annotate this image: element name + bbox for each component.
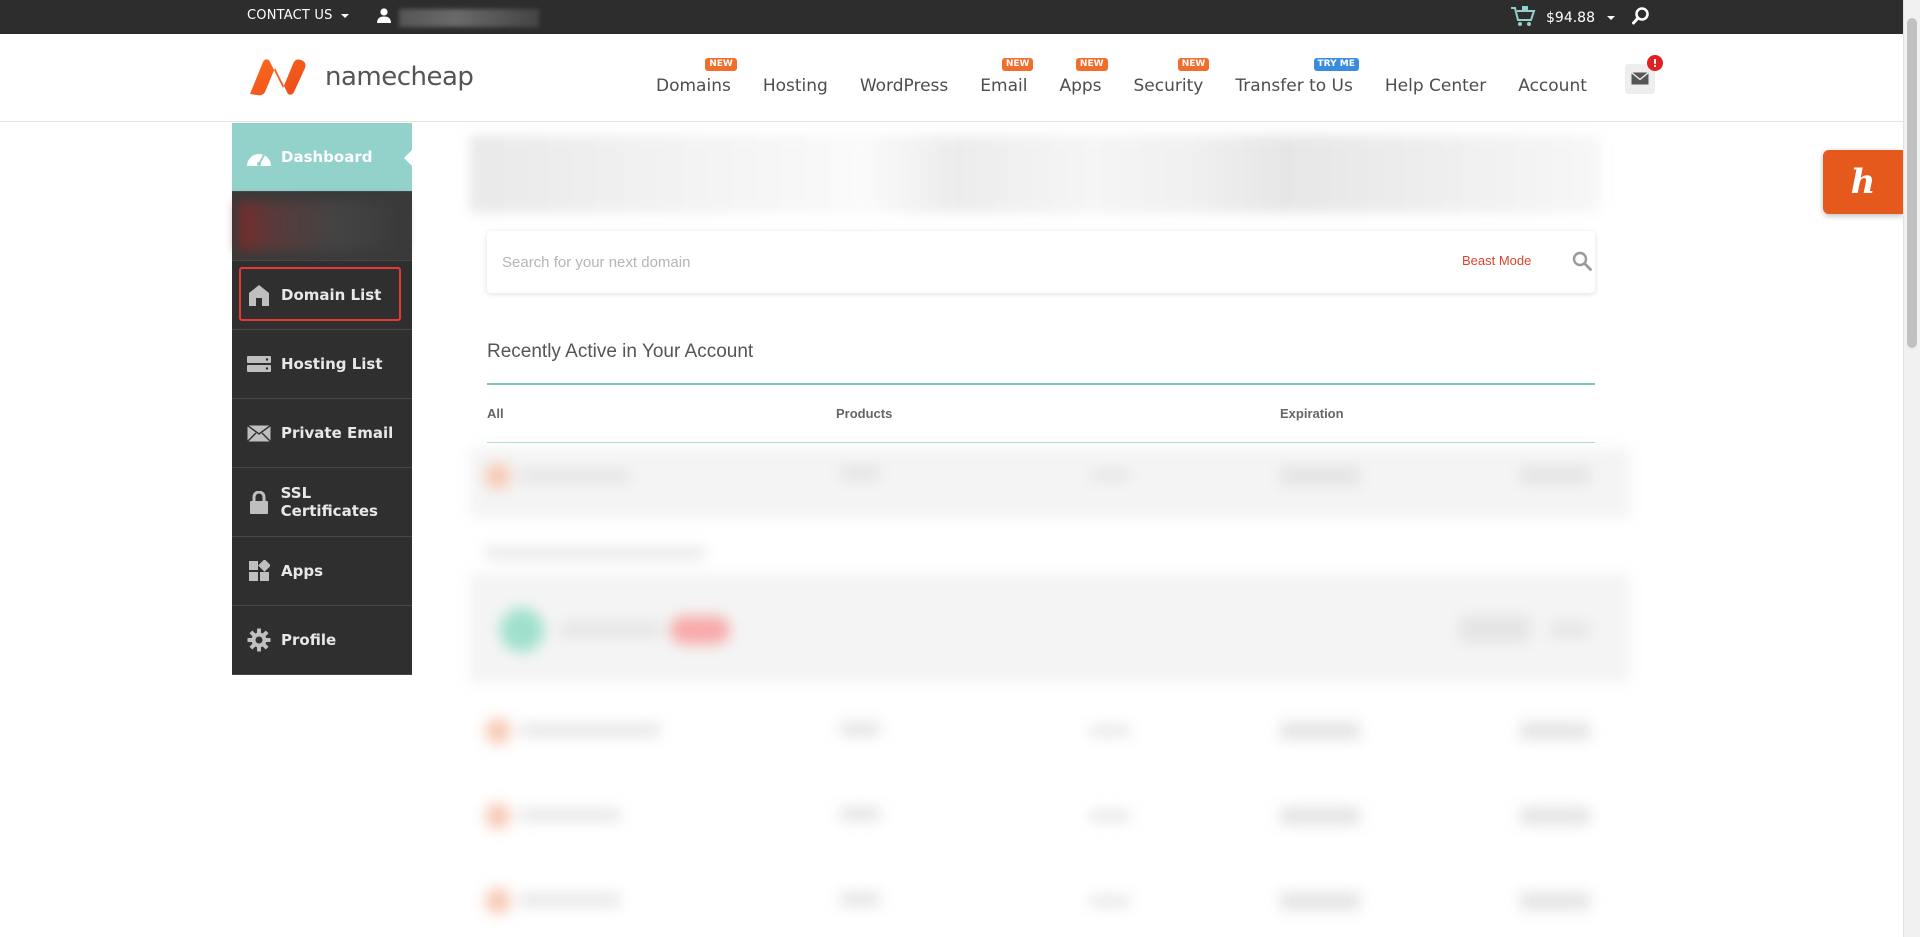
nav-wordpress[interactable]: WordPress	[844, 76, 964, 96]
honey-logo-icon: h	[1850, 162, 1876, 202]
account-summary-redacted	[232, 192, 412, 261]
column-header-expiration[interactable]: Expiration	[1280, 406, 1344, 421]
contact-us-label: CONTACT US	[247, 8, 333, 23]
search-icon[interactable]	[1632, 7, 1650, 29]
nav-apps[interactable]: NEW Apps	[1043, 58, 1117, 96]
server-icon	[246, 353, 272, 375]
envelope-icon	[246, 422, 272, 444]
sidebar-item-hosting-list[interactable]: Hosting List	[232, 330, 412, 399]
new-badge: NEW	[1075, 58, 1108, 71]
recently-active-heading: Recently Active in Your Account	[487, 341, 754, 362]
nav-domains[interactable]: NEW Domains	[640, 58, 747, 96]
page-scrollbar[interactable]	[1903, 0, 1920, 937]
recent-activity-list-redacted	[470, 448, 1630, 928]
new-badge: NEW	[1001, 58, 1034, 71]
nav-email[interactable]: NEW Email	[964, 58, 1043, 96]
cart-icon	[1510, 5, 1536, 31]
column-header-all[interactable]: All	[487, 406, 504, 421]
sidebar-item-domain-list[interactable]: Domain List	[232, 261, 412, 330]
table-header-divider	[487, 442, 1595, 443]
messages-button[interactable]: !	[1625, 55, 1663, 94]
main-content: Beast Mode Recently Active in Your Accou…	[470, 123, 1630, 923]
sidebar: Dashboard Domain List Hosting List Priva…	[232, 123, 413, 675]
nav-label: Hosting	[762, 76, 828, 96]
nav-help-center[interactable]: Help Center	[1369, 76, 1502, 96]
home-icon	[246, 284, 272, 306]
sidebar-item-label: Dashboard	[281, 148, 373, 166]
nav-label: Domains	[656, 76, 731, 96]
new-badge: NEW	[1177, 58, 1210, 71]
scrollbar-thumb[interactable]	[1907, 18, 1917, 348]
username-redacted	[399, 8, 539, 27]
account-overview-redacted	[470, 135, 1600, 213]
column-header-products[interactable]: Products	[836, 406, 892, 421]
chevron-down-icon	[340, 13, 349, 18]
beast-mode-link[interactable]: Beast Mode	[1462, 253, 1531, 268]
dashboard-icon	[246, 146, 272, 168]
sidebar-item-private-email[interactable]: Private Email	[232, 399, 412, 468]
honey-extension-button[interactable]: h	[1823, 150, 1903, 214]
sidebar-item-label: Hosting List	[281, 355, 383, 373]
apps-icon	[246, 560, 272, 582]
sidebar-item-apps[interactable]: Apps	[232, 537, 412, 606]
alert-badge: !	[1647, 55, 1663, 71]
new-badge: NEW	[705, 58, 737, 71]
top-bar: CONTACT US $94.88	[0, 0, 1920, 34]
try-me-badge: TRY ME	[1313, 58, 1359, 71]
namecheap-logo[interactable]: namecheap	[247, 58, 474, 96]
namecheap-logo-mark	[250, 59, 306, 96]
nav-label: Account	[1518, 76, 1587, 96]
domain-search-input[interactable]	[502, 249, 1402, 275]
user-icon	[377, 8, 391, 27]
nav-account[interactable]: Account	[1502, 76, 1603, 96]
sidebar-item-label: SSL Certificates	[280, 484, 378, 520]
main-header: namecheap NEW Domains Hosting WordPress …	[0, 34, 1903, 122]
user-menu[interactable]	[377, 8, 539, 27]
nav-label: WordPress	[859, 76, 949, 96]
nav-label: Security	[1133, 76, 1204, 96]
cart-total: $94.88	[1546, 10, 1595, 26]
nav-transfer-to-us[interactable]: TRY ME Transfer to Us	[1219, 58, 1369, 96]
nav-security[interactable]: NEW Security	[1118, 58, 1220, 96]
contact-us-dropdown[interactable]: CONTACT US	[247, 8, 349, 23]
search-icon[interactable]	[1572, 251, 1592, 275]
nav-hosting[interactable]: Hosting	[747, 76, 844, 96]
sidebar-item-label: Domain List	[281, 286, 382, 304]
sidebar-item-dashboard[interactable]: Dashboard	[232, 123, 413, 192]
cart-dropdown[interactable]: $94.88	[1510, 5, 1615, 31]
gear-icon	[246, 628, 272, 652]
nav-label: Email	[980, 76, 1028, 96]
nav-label: Help Center	[1384, 76, 1487, 96]
sidebar-item-ssl-certificates[interactable]: SSL Certificates	[232, 468, 412, 537]
envelope-icon	[1631, 70, 1649, 89]
nav-label: Transfer to Us	[1235, 76, 1353, 96]
domain-search-box: Beast Mode	[487, 231, 1595, 293]
sidebar-item-profile[interactable]: Profile	[232, 606, 412, 675]
sidebar-item-label: Profile	[281, 631, 337, 649]
lock-icon	[246, 490, 272, 514]
account-avatar-redacted	[238, 201, 403, 251]
section-divider	[487, 383, 1595, 385]
nav-label: Apps	[1059, 76, 1102, 96]
main-nav: NEW Domains Hosting WordPress NEW Email …	[640, 58, 1603, 96]
chevron-down-icon	[1607, 16, 1615, 20]
sidebar-item-label: Apps	[281, 562, 324, 580]
logo-text: namecheap	[325, 62, 474, 92]
sidebar-item-label: Private Email	[281, 424, 394, 442]
